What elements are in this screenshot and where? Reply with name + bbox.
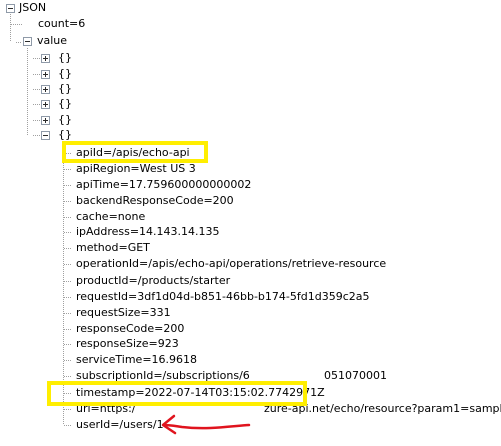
field-subscriptionId-tail: 051070001	[324, 369, 387, 382]
field-apiRegion[interactable]: apiRegion=West US 3	[74, 161, 198, 177]
collapse-json-toggle[interactable]	[6, 4, 15, 13]
field-ipAddress[interactable]: ipAddress=14.143.14.135	[74, 224, 222, 240]
tree-node-value[interactable]: value	[35, 33, 69, 49]
expand-object-4-toggle[interactable]	[41, 100, 50, 109]
tree-node-object-5[interactable]: {}	[56, 112, 74, 128]
expand-object-5-toggle[interactable]	[41, 116, 50, 125]
collapse-value-toggle[interactable]	[23, 37, 32, 46]
field-cache[interactable]: cache=none	[74, 209, 147, 225]
field-userId[interactable]: userId=/users/1	[74, 417, 166, 433]
field-requestSize[interactable]: requestSize=331	[74, 305, 173, 321]
tree-node-object-4[interactable]: {}	[56, 96, 74, 112]
field-url-tail: zure-api.net/echo/resource?param1=sample	[264, 402, 501, 415]
tree-node-object-2[interactable]: {}	[56, 66, 74, 82]
tree-node-object-1[interactable]: {}	[56, 50, 74, 66]
field-backendResponseCode[interactable]: backendResponseCode=200	[74, 193, 236, 209]
json-tree-view: JSON count=6 value {} {} {} {} {} {} api…	[0, 0, 501, 446]
tree-node-json[interactable]: JSON	[17, 0, 48, 16]
expand-object-1-toggle[interactable]	[41, 54, 50, 63]
field-responseCode[interactable]: responseCode=200	[74, 321, 186, 337]
field-responseSize[interactable]: responseSize=923	[74, 336, 181, 352]
field-method[interactable]: method=GET	[74, 240, 152, 256]
collapse-object-6-toggle[interactable]	[41, 131, 50, 140]
tree-node-object-3[interactable]: {}	[56, 81, 74, 97]
expand-object-2-toggle[interactable]	[41, 70, 50, 79]
tree-node-count[interactable]: count=6	[36, 16, 87, 32]
field-subscriptionId[interactable]: subscriptionId=/subscriptions/6	[74, 368, 252, 384]
field-operationId[interactable]: operationId=/apis/echo-api/operations/re…	[74, 256, 388, 272]
field-timestamp[interactable]: timestamp=2022-07-14T03:15:02.7742971Z	[74, 385, 327, 401]
field-apiTime[interactable]: apiTime=17.759600000000002	[74, 177, 253, 193]
field-serviceTime[interactable]: serviceTime=16.9618	[74, 352, 199, 368]
expand-object-3-toggle[interactable]	[41, 85, 50, 94]
tree-node-object-6[interactable]: {}	[56, 127, 74, 143]
redaction-mask	[140, 408, 258, 417]
field-url[interactable]: url=https:/	[74, 401, 138, 417]
field-apiId[interactable]: apiId=/apis/echo-api	[74, 145, 192, 161]
field-productId[interactable]: productId=/products/starter	[74, 273, 232, 289]
field-requestId[interactable]: requestId=3df1d04d-b851-46bb-b174-5fd1d3…	[74, 289, 371, 305]
